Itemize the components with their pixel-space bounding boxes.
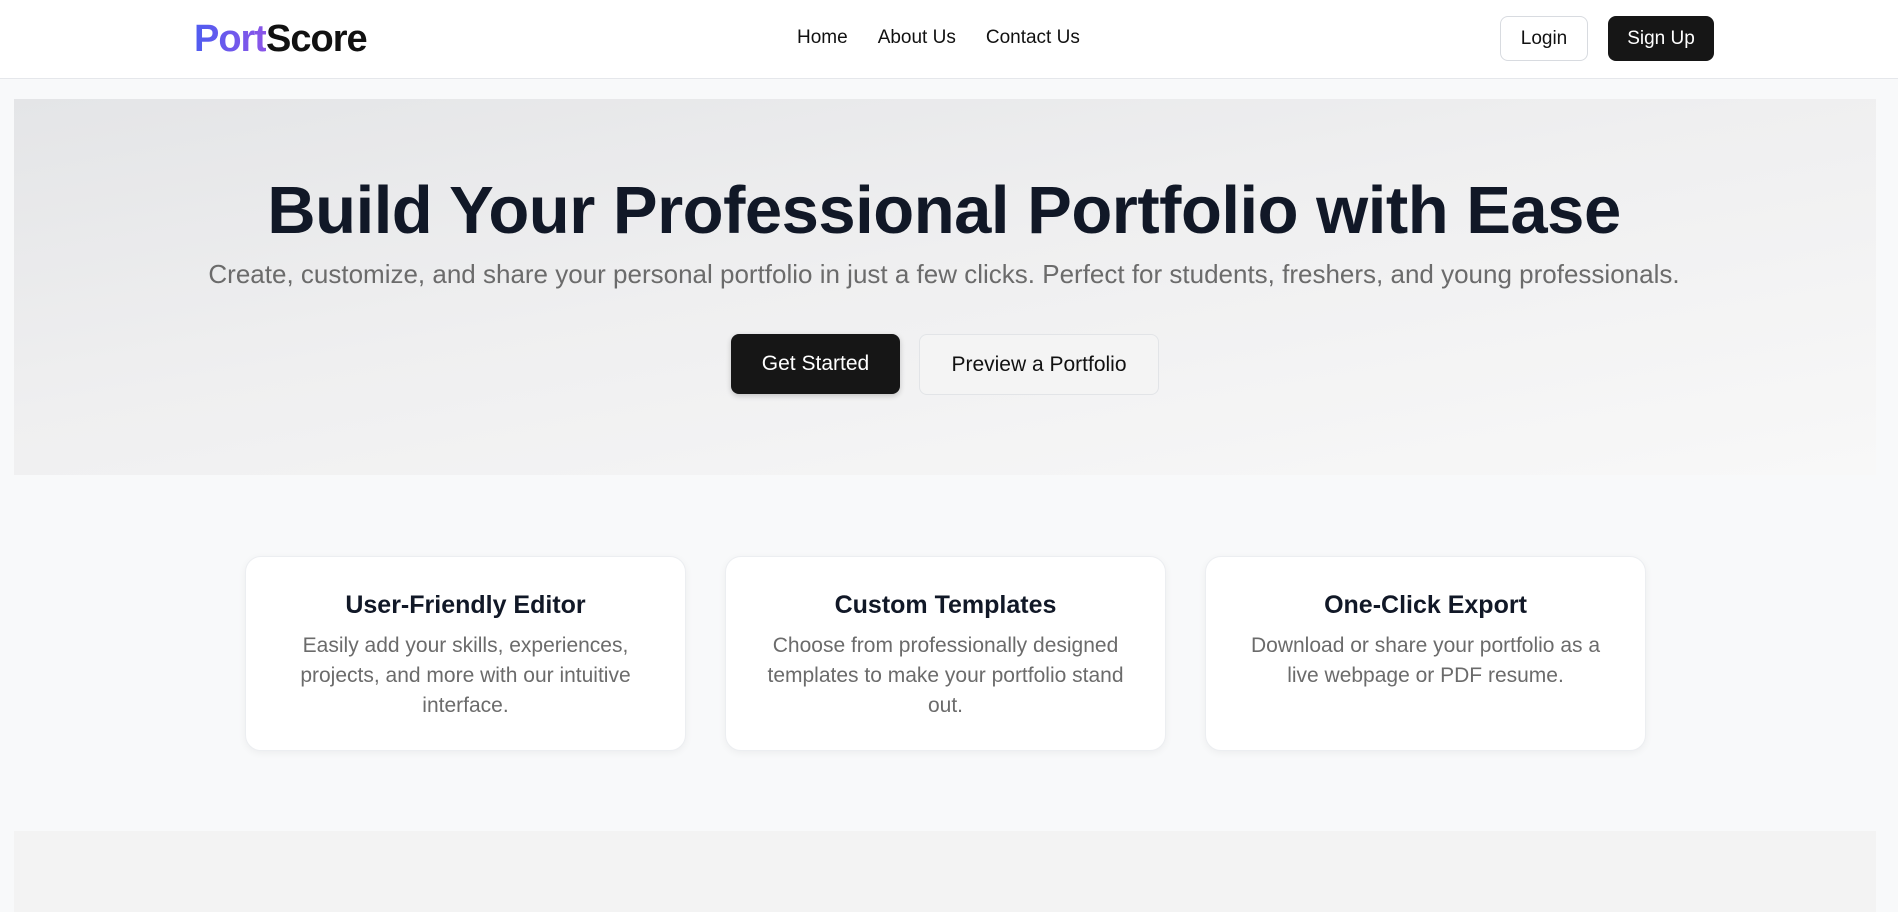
navbar: PortScore Home About Us Contact Us Login… xyxy=(0,0,1898,79)
feature-title: User-Friendly Editor xyxy=(345,591,586,619)
signup-button[interactable]: Sign Up xyxy=(1608,16,1714,61)
hero-subtitle: Create, customize, and share your person… xyxy=(208,259,1680,289)
logo-score: Score xyxy=(266,18,368,60)
logo-port: Port xyxy=(194,18,267,60)
feature-description: Download or share your portfolio as a li… xyxy=(1250,634,1601,687)
preview-portfolio-button[interactable]: Preview a Portfolio xyxy=(919,334,1159,395)
get-started-button[interactable]: Get Started xyxy=(731,334,900,394)
bottom-section xyxy=(14,831,1876,912)
logo[interactable]: PortScore xyxy=(194,17,368,61)
feature-card-templates: Custom Templates Choose from professiona… xyxy=(725,556,1166,751)
nav-link-about-us[interactable]: About Us xyxy=(878,27,956,49)
feature-title: One-Click Export xyxy=(1324,591,1527,619)
feature-card-export: One-Click Export Download or share your … xyxy=(1205,556,1646,751)
nav-links: Home About Us Contact Us xyxy=(797,27,1080,49)
nav-link-contact-us[interactable]: Contact Us xyxy=(986,27,1080,49)
hero-title: Build Your Professional Portfolio with E… xyxy=(267,173,1621,248)
feature-title: Custom Templates xyxy=(834,591,1057,619)
feature-description: Choose from professionally designed temp… xyxy=(767,634,1124,717)
feature-description: Easily add your skills, experiences, pro… xyxy=(300,634,631,717)
nav-link-home[interactable]: Home xyxy=(797,27,848,49)
login-button[interactable]: Login xyxy=(1500,16,1588,61)
feature-card-editor: User-Friendly Editor Easily add your ski… xyxy=(245,556,686,751)
